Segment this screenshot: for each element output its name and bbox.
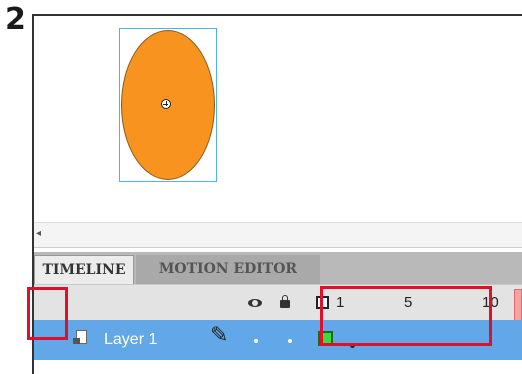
lock-icon[interactable] xyxy=(280,295,290,308)
stage-canvas[interactable] xyxy=(34,16,522,222)
highlight-frames xyxy=(320,286,492,346)
scroll-left-arrow-icon[interactable]: ◂ xyxy=(36,228,41,239)
eye-icon[interactable] xyxy=(248,299,262,307)
panel-tab-bar: TIMELINE MOTION EDITOR xyxy=(34,252,522,284)
layer-icon xyxy=(73,330,87,344)
step-number: 2 xyxy=(5,2,26,37)
playhead-marker[interactable] xyxy=(514,289,522,321)
pencil-icon: ✎ xyxy=(210,322,229,347)
visibility-dot[interactable] xyxy=(254,339,258,343)
highlight-layer-icon xyxy=(27,287,68,340)
tab-timeline[interactable]: TIMELINE xyxy=(34,255,134,284)
lock-dot[interactable] xyxy=(288,339,292,343)
stage-horizontal-scrollbar[interactable]: ◂ xyxy=(34,222,522,248)
layer-name[interactable]: Layer 1 xyxy=(104,331,157,349)
registration-point-icon xyxy=(161,99,171,109)
tab-motion-editor[interactable]: MOTION EDITOR xyxy=(136,255,320,284)
